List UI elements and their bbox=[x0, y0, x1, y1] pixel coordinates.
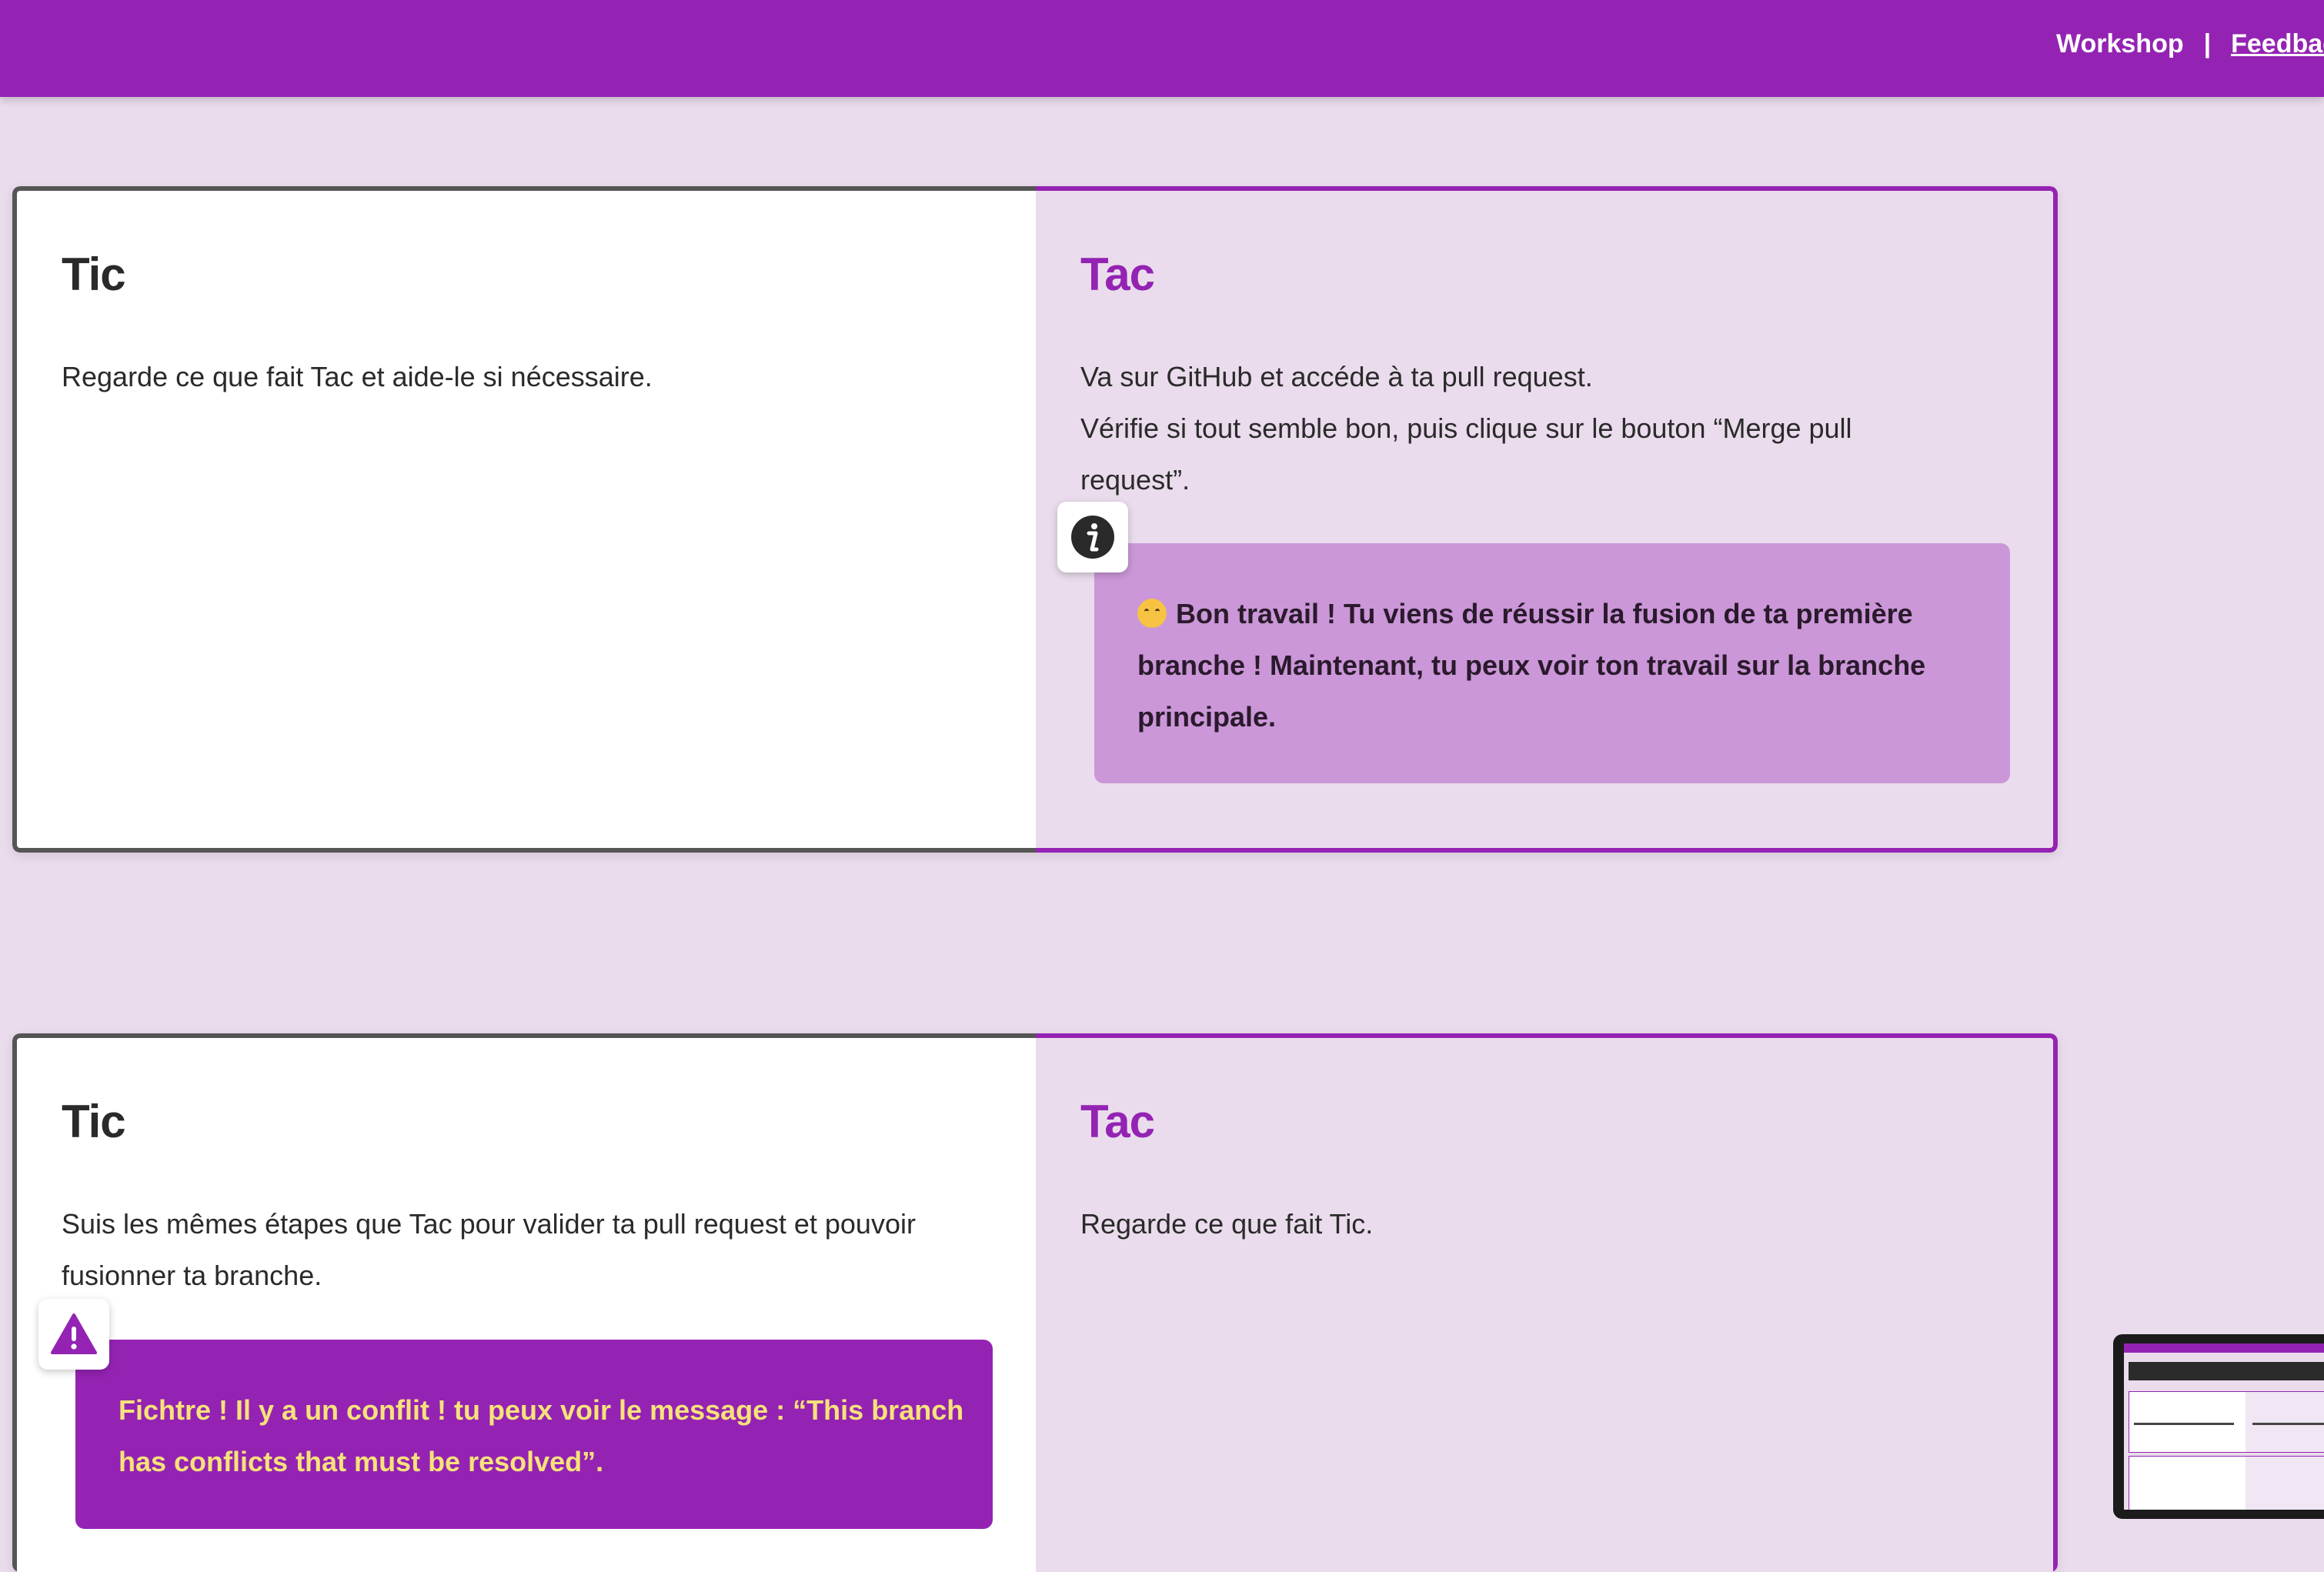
nav-workshop: Workshop bbox=[2056, 29, 2184, 58]
callout-line: branche ! Maintenant, tu peux voir ton t… bbox=[1137, 649, 1926, 681]
tac-instruction-line: Regarde ce que fait Tic. bbox=[1080, 1208, 1374, 1240]
callout-line: principale. bbox=[1137, 701, 1277, 733]
callout-line: Bon travail ! Tu viens de réussir la fus… bbox=[1176, 598, 1913, 629]
warning-icon bbox=[38, 1299, 109, 1370]
page-preview-thumbnail[interactable] bbox=[2113, 1334, 2324, 1519]
tac-panel: Tac Va sur GitHub et accéde à ta pull re… bbox=[1036, 186, 2058, 853]
info-icon bbox=[1057, 502, 1128, 572]
callout-line: Fichtre ! Il y a un conflit ! tu peux vo… bbox=[119, 1394, 964, 1426]
tac-instruction-line: request”. bbox=[1080, 464, 1190, 496]
smiling-face-emoji-icon bbox=[1137, 599, 1167, 628]
tic-panel: Tic Regarde ce que fait Tac et aide-le s… bbox=[12, 186, 1036, 853]
tac-panel: Tac Regarde ce que fait Tic. bbox=[1036, 1033, 2058, 1572]
info-callout: Bon travail ! Tu viens de réussir la fus… bbox=[1094, 543, 2010, 783]
top-nav: Workshop | Feedback bbox=[2056, 29, 2324, 59]
tac-instruction-line: Va sur GitHub et accéde à ta pull reques… bbox=[1080, 361, 1593, 392]
step-card: Tic Regarde ce que fait Tac et aide-le s… bbox=[12, 186, 2058, 853]
nav-separator: | bbox=[2203, 29, 2212, 58]
nav-feedback-link[interactable]: Feedback bbox=[2231, 29, 2324, 59]
tic-instruction-line: fusionner ta branche. bbox=[62, 1260, 322, 1291]
tic-instructions: Regarde ce que fait Tac et aide-le si né… bbox=[62, 351, 653, 402]
tac-heading: Tac bbox=[1080, 249, 1155, 300]
tac-instructions: Va sur GitHub et accéde à ta pull reques… bbox=[1080, 351, 1852, 506]
preview-image bbox=[2124, 1343, 2324, 1510]
tic-instructions: Suis les mêmes étapes que Tac pour valid… bbox=[62, 1198, 916, 1301]
warning-callout: Fichtre ! Il y a un conflit ! tu peux vo… bbox=[75, 1340, 993, 1529]
tac-heading: Tac bbox=[1080, 1096, 1155, 1147]
callout-line: has conflicts that must be resolved”. bbox=[119, 1446, 604, 1477]
tic-heading: Tic bbox=[62, 1096, 126, 1147]
step-card: Tic Suis les mêmes étapes que Tac pour v… bbox=[12, 1033, 2058, 1572]
top-bar: Workshop | Feedback bbox=[0, 0, 2324, 97]
tic-instruction-line: Suis les mêmes étapes que Tac pour valid… bbox=[62, 1208, 916, 1240]
tac-instructions: Regarde ce que fait Tic. bbox=[1080, 1198, 1373, 1250]
tic-instruction-line: Regarde ce que fait Tac et aide-le si né… bbox=[62, 361, 653, 392]
tac-instruction-line: Vérifie si tout semble bon, puis clique … bbox=[1080, 412, 1852, 444]
tic-heading: Tic bbox=[62, 249, 126, 300]
tic-panel: Tic Suis les mêmes étapes que Tac pour v… bbox=[12, 1033, 1036, 1572]
